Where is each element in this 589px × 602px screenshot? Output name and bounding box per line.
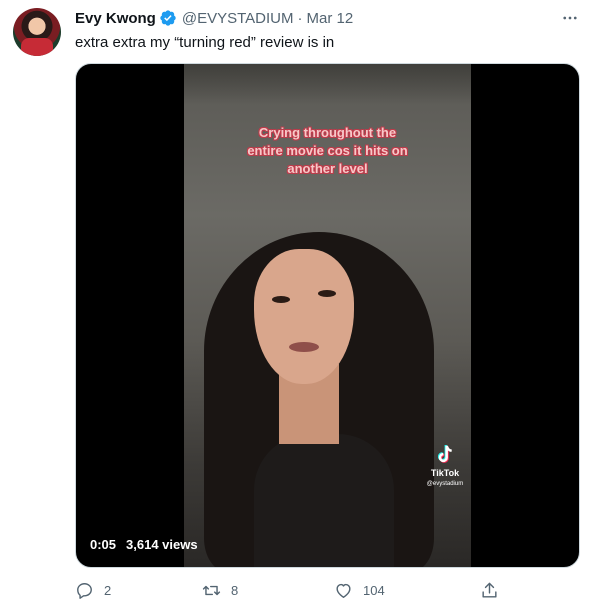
tiktok-logo-icon — [437, 445, 452, 463]
more-horizontal-icon[interactable] — [560, 8, 580, 28]
video-caption: Crying throughout the entire movie cos i… — [184, 124, 471, 178]
tweet-text: extra extra my “turning red” review is i… — [75, 34, 335, 51]
retweet-count: 8 — [231, 582, 239, 598]
tweet-header: Evy Kwong @EVYSTADIUM · Mar 12 — [75, 8, 353, 28]
like-button[interactable]: 104 — [334, 578, 385, 602]
action-bar: 2 8 104 — [75, 578, 580, 602]
author-handle[interactable]: @EVYSTADIUM — [182, 10, 294, 27]
reply-icon — [77, 582, 92, 599]
tweet-date[interactable]: Mar 12 — [307, 10, 354, 27]
video-stats: 0:05 3,614 views — [90, 537, 198, 552]
avatar[interactable] — [13, 8, 61, 56]
view-count: 3,614 views — [126, 537, 198, 552]
tiktok-brand-label: TikTok — [430, 468, 460, 478]
caption-line: entire movie cos it hits on — [247, 143, 408, 158]
tiktok-username: @evystadium — [426, 481, 464, 487]
left-eye — [272, 296, 290, 303]
person-shirt — [254, 434, 394, 567]
share-icon — [482, 582, 497, 598]
reply-count: 2 — [104, 582, 112, 598]
heart-icon — [336, 583, 351, 598]
mouth — [289, 342, 319, 352]
retweet-button[interactable]: 8 — [202, 578, 238, 602]
caption-line: Crying throughout the — [258, 125, 397, 140]
share-button[interactable] — [480, 578, 509, 602]
reply-button[interactable]: 2 — [75, 578, 111, 602]
tiktok-watermark: TikTok @evystadium — [420, 444, 470, 487]
author-name[interactable]: Evy Kwong — [75, 10, 156, 27]
video-player[interactable]: Crying throughout the entire movie cos i… — [75, 63, 580, 568]
verified-badge-icon — [159, 9, 177, 27]
like-count: 104 — [363, 582, 385, 598]
video-frame[interactable]: Crying throughout the entire movie cos i… — [184, 64, 471, 567]
retweet-icon — [202, 585, 221, 595]
video-timestamp: 0:05 — [90, 537, 117, 552]
ceiling-shadow — [184, 64, 471, 104]
caption-line: another level — [287, 161, 368, 176]
tweet[interactable]: Evy Kwong @EVYSTADIUM · Mar 12 extra ext… — [0, 0, 589, 602]
separator-dot: · — [297, 9, 303, 27]
right-eye — [318, 290, 336, 297]
